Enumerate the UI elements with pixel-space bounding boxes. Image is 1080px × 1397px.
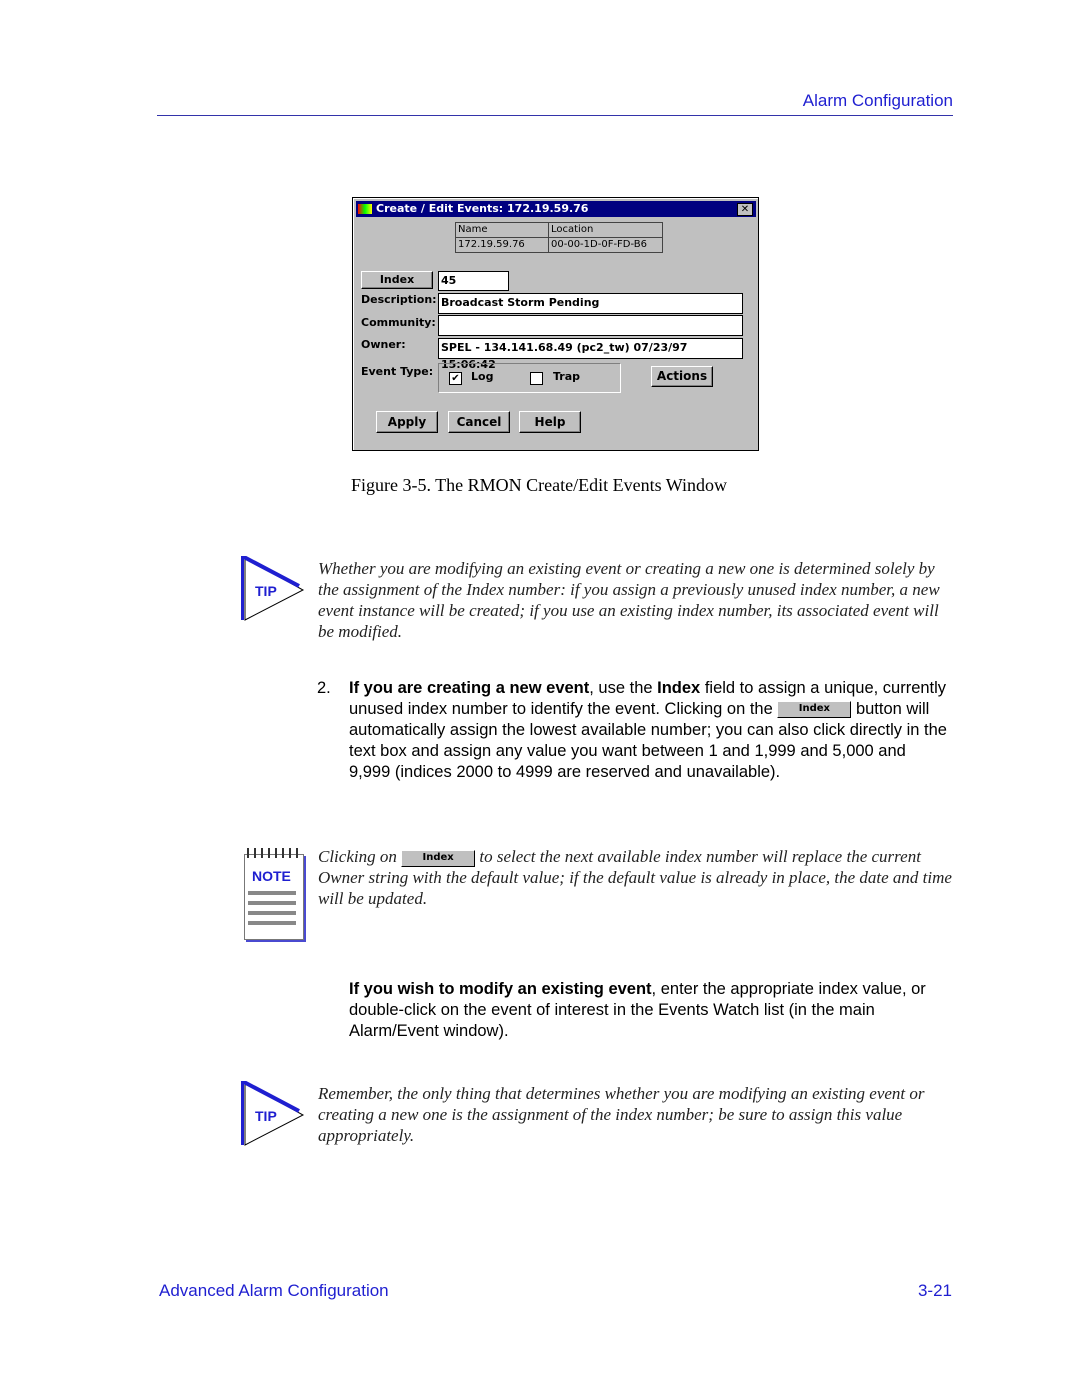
description-label: Description: [361, 293, 437, 306]
close-button[interactable]: ✕ [737, 203, 753, 216]
note-icon: NOTE [243, 848, 305, 940]
inline-index-button: Index [401, 849, 476, 867]
header-rule [157, 115, 953, 116]
owner-field[interactable]: SPEL - 134.141.68.49 (pc2_tw) 07/23/97 1… [438, 338, 743, 371]
tip-badge: TIP [255, 1108, 277, 1124]
text: , use the [589, 679, 658, 697]
tip-icon: TIP [240, 1077, 305, 1147]
event-type-label: Event Type: [361, 365, 434, 378]
description-field[interactable]: Broadcast Storm Pending [438, 293, 743, 314]
footer-chapter: Advanced Alarm Configuration [159, 1281, 389, 1300]
figure-caption: Figure 3-5. The RMON Create/Edit Events … [351, 475, 728, 495]
table-cell-location: 00-00-1D-0F-FD-B6 [548, 237, 663, 253]
inline-index-button: Index [777, 701, 852, 719]
apply-button[interactable]: Apply [376, 411, 438, 433]
index-button[interactable]: Index [361, 271, 433, 289]
window-title: Create / Edit Events: 172.19.59.76 [376, 202, 589, 215]
modify-paragraph: If you wish to modify an existing event,… [349, 979, 954, 1042]
step-number: 2. [317, 679, 331, 697]
owner-label: Owner: [361, 338, 406, 351]
table-cell-name: 172.19.59.76 [455, 237, 549, 253]
actions-button[interactable]: Actions [651, 366, 713, 387]
community-label: Community: [361, 316, 436, 329]
log-label: Log [471, 370, 494, 383]
bold-text: If you wish to modify an existing event [349, 980, 652, 998]
cancel-button[interactable]: Cancel [448, 411, 510, 433]
tip-text: Remember, the only thing that determines… [318, 1084, 925, 1145]
step-2-paragraph: If you are creating a new event, use the… [349, 678, 949, 783]
document-page: Alarm Configuration Create / Edit Events… [0, 0, 1080, 1397]
page-number: 3-21 [917, 1281, 952, 1300]
tip-icon: TIP [240, 552, 305, 622]
tip-text: Whether you are modifying an existing ev… [318, 559, 940, 641]
tip-badge: TIP [255, 583, 277, 599]
community-field[interactable] [438, 315, 743, 336]
table-header-name: Name [455, 222, 549, 238]
index-field[interactable]: 45 [438, 271, 509, 291]
trap-label: Trap [553, 370, 581, 383]
app-icon [358, 204, 372, 214]
title-bar: Create / Edit Events: 172.19.59.76 ✕ [356, 201, 756, 217]
note-badge: NOTE [252, 868, 291, 884]
help-button[interactable]: Help [519, 411, 581, 433]
log-checkbox[interactable]: ✔ [449, 372, 462, 385]
running-header: Alarm Configuration [802, 91, 953, 110]
bold-text: Index [657, 679, 701, 697]
table-header-location: Location [548, 222, 663, 238]
note-text: Clicking on Index to select the next ava… [318, 846, 953, 909]
text: Clicking on [318, 847, 402, 866]
trap-checkbox[interactable] [530, 372, 543, 385]
bold-text: If you are creating a new event [349, 679, 590, 697]
create-edit-events-window: Create / Edit Events: 172.19.59.76 ✕ Nam… [352, 197, 759, 451]
event-type-group: ✔ Log Trap [438, 363, 621, 393]
